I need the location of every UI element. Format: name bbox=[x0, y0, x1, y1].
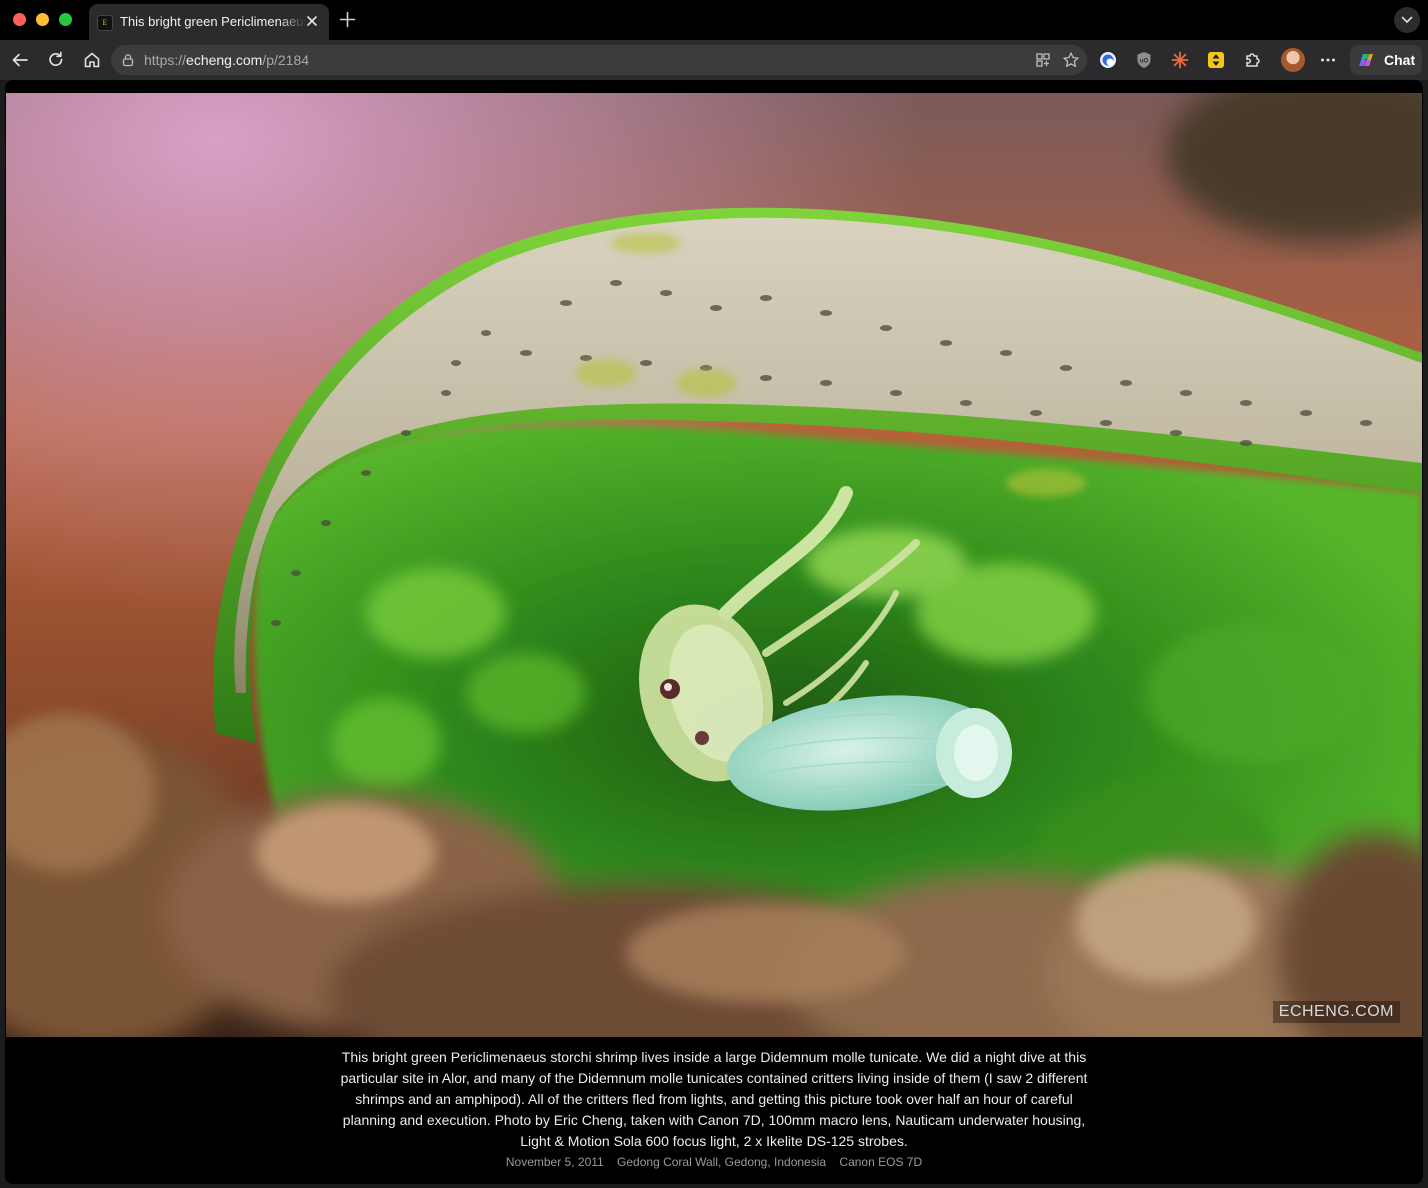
close-window-button[interactable] bbox=[13, 13, 26, 26]
home-icon[interactable] bbox=[82, 50, 102, 70]
copilot-chat-button[interactable]: Chat bbox=[1350, 45, 1422, 75]
site-info-icon[interactable] bbox=[121, 53, 135, 67]
reload-icon[interactable] bbox=[46, 50, 66, 70]
photo-location[interactable]: Gedong Coral Wall, Gedong, Indonesia bbox=[617, 1155, 826, 1169]
active-tab[interactable]: E This bright green Periclimenaeus bbox=[89, 4, 329, 40]
more-menu-icon[interactable] bbox=[1318, 50, 1338, 70]
back-icon[interactable] bbox=[10, 50, 30, 70]
maximize-window-button[interactable] bbox=[59, 13, 72, 26]
svg-text:uO: uO bbox=[1140, 59, 1149, 65]
chat-label: Chat bbox=[1384, 52, 1416, 68]
url-text[interactable]: https://echeng.com/p/2184 bbox=[144, 51, 309, 69]
tab-strip: E This bright green Periclimenaeus bbox=[0, 0, 1428, 40]
url-domain: echeng.com bbox=[186, 52, 263, 68]
extension-globe-icon[interactable] bbox=[1098, 50, 1118, 70]
extensions-puzzle-icon[interactable] bbox=[1242, 50, 1262, 70]
starburst-extension-icon[interactable] bbox=[1170, 50, 1190, 70]
url-scheme: https:// bbox=[144, 52, 187, 68]
shrimp-tunicate-photo-illustration bbox=[6, 93, 1422, 1037]
chevron-down-icon bbox=[1401, 16, 1413, 24]
arrows-extension-icon[interactable] bbox=[1206, 50, 1226, 70]
close-tab-icon[interactable] bbox=[305, 14, 319, 28]
profile-avatar[interactable] bbox=[1281, 48, 1305, 72]
tab-list-button[interactable] bbox=[1394, 7, 1420, 33]
photo-caption: This bright green Periclimenaeus storchi… bbox=[340, 1049, 1088, 1149]
address-bar[interactable]: https://echeng.com/p/2184 bbox=[111, 45, 1087, 75]
photo-meta: November 5, 2011 Gedong Coral Wall, Gedo… bbox=[335, 1154, 1093, 1170]
new-tab-icon[interactable] bbox=[339, 11, 356, 28]
tab-title: This bright green Periclimenaeus bbox=[120, 14, 306, 29]
page-viewport: ECHENG.COM This bright green Periclimena… bbox=[5, 80, 1423, 1184]
url-path: /p/2184 bbox=[262, 52, 310, 68]
copilot-logo-icon bbox=[1359, 54, 1373, 66]
minimize-window-button[interactable] bbox=[36, 13, 49, 26]
main-photo[interactable]: ECHENG.COM bbox=[6, 93, 1422, 1037]
photo-camera[interactable]: Canon EOS 7D bbox=[839, 1155, 922, 1169]
favorite-star-icon[interactable] bbox=[1062, 51, 1080, 69]
browser-toolbar: https://echeng.com/p/2184 uO Chat bbox=[0, 40, 1428, 80]
ublock-shield-icon[interactable]: uO bbox=[1134, 50, 1154, 70]
favicon-icon: E bbox=[97, 15, 113, 31]
photo-date[interactable]: November 5, 2011 bbox=[506, 1155, 604, 1169]
photo-watermark: ECHENG.COM bbox=[1272, 1001, 1400, 1023]
app-available-icon[interactable] bbox=[1034, 51, 1052, 69]
